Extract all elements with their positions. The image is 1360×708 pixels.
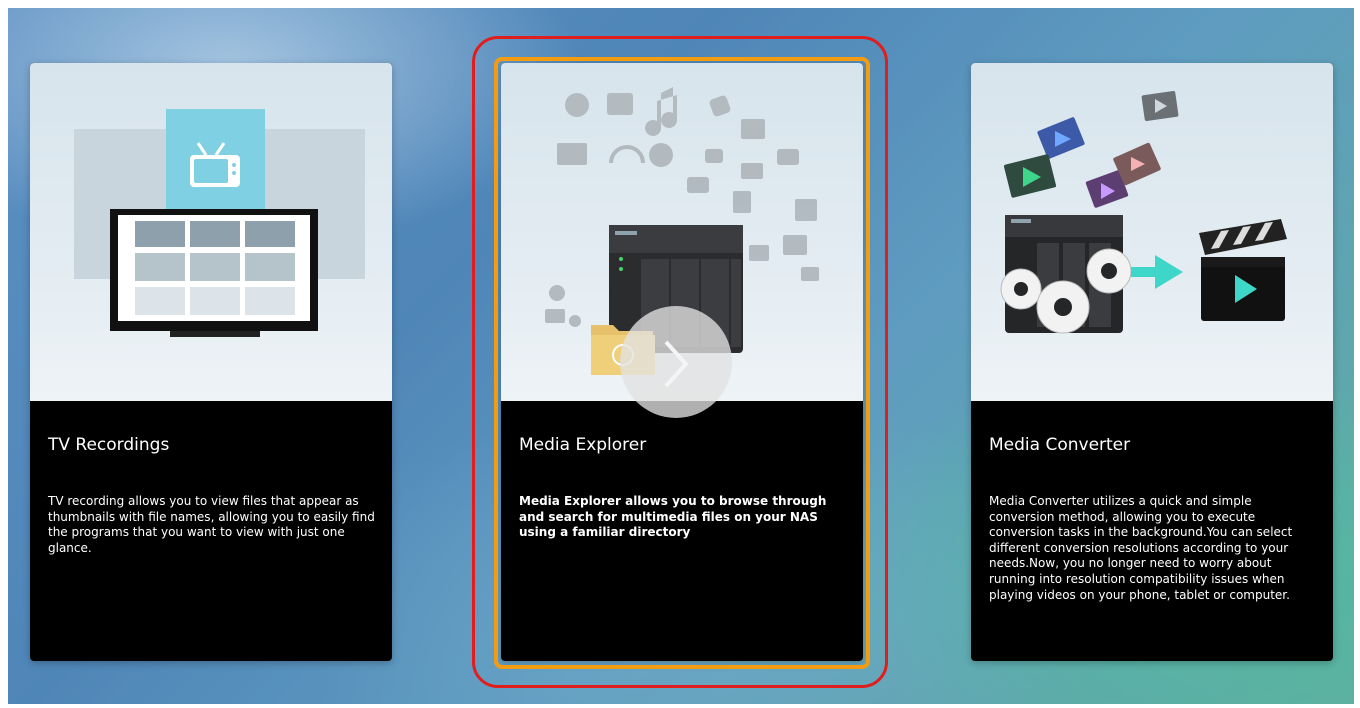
chevron-right-icon — [664, 340, 689, 388]
card-media-converter[interactable]: Media Converter Media Converter utilizes… — [971, 63, 1333, 661]
card-title: TV Recordings — [48, 435, 170, 455]
card-tv-recordings[interactable]: TV Recordings TV recording allows you to… — [30, 63, 392, 661]
media-converter-illustration — [971, 63, 1333, 401]
card-title: Media Explorer — [519, 435, 647, 455]
card-title: Media Converter — [989, 435, 1131, 455]
card-description: Media Converter utilizes a quick and sim… — [989, 494, 1293, 602]
open-media-explorer-button[interactable] — [620, 306, 732, 418]
card-description: Media Explorer allows you to browse thro… — [519, 494, 827, 540]
card-description: TV recording allows you to view files th… — [48, 494, 375, 555]
tv-recordings-illustration — [30, 63, 392, 401]
